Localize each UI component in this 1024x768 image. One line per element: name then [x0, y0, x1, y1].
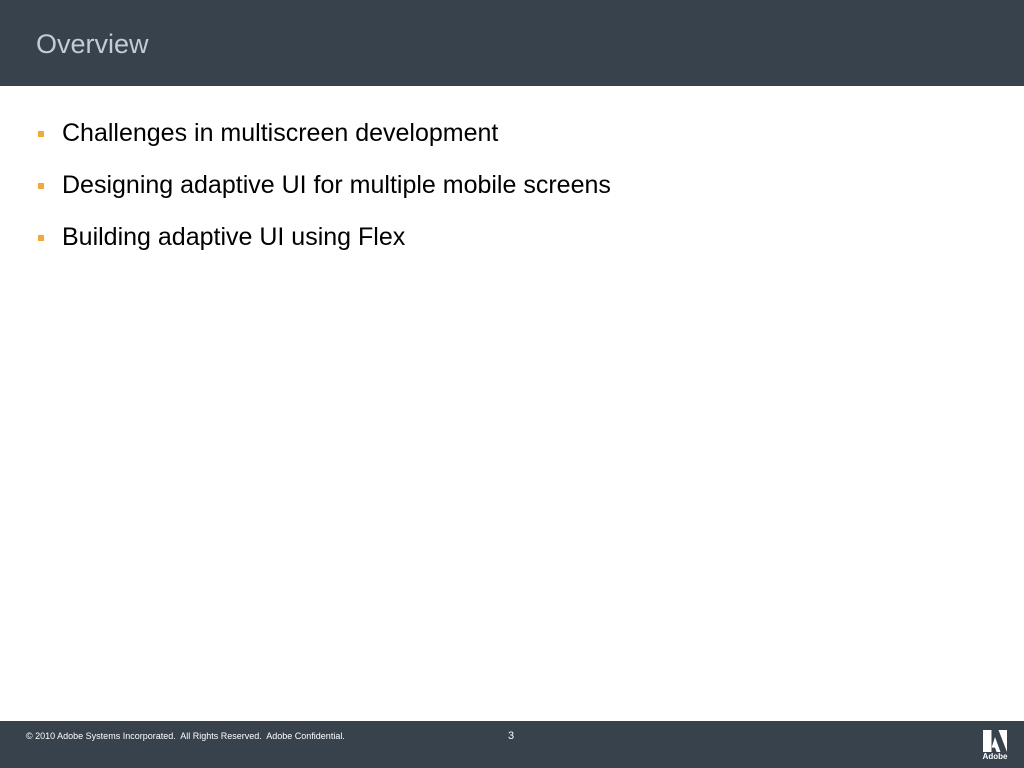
footer-bar: © 2010 Adobe Systems Incorporated. All R…	[0, 721, 1024, 768]
square-bullet-icon	[38, 131, 44, 137]
adobe-logo-icon	[983, 730, 1007, 752]
adobe-logo-text: Adobe	[982, 752, 1008, 761]
title-bar: Overview	[0, 0, 1024, 86]
adobe-logo: Adobe	[979, 727, 1011, 765]
slide: Overview Challenges in multiscreen devel…	[0, 0, 1024, 768]
square-bullet-icon	[38, 235, 44, 241]
square-bullet-icon	[38, 183, 44, 189]
bullet-text: Designing adaptive UI for multiple mobil…	[62, 171, 611, 199]
bullet-text: Challenges in multiscreen development	[62, 119, 499, 147]
slide-title: Overview	[36, 29, 149, 59]
bullet-text: Building adaptive UI using Flex	[62, 223, 406, 251]
page-number: 3	[508, 730, 515, 742]
copyright-text: © 2010 Adobe Systems Incorporated. All R…	[26, 731, 345, 741]
